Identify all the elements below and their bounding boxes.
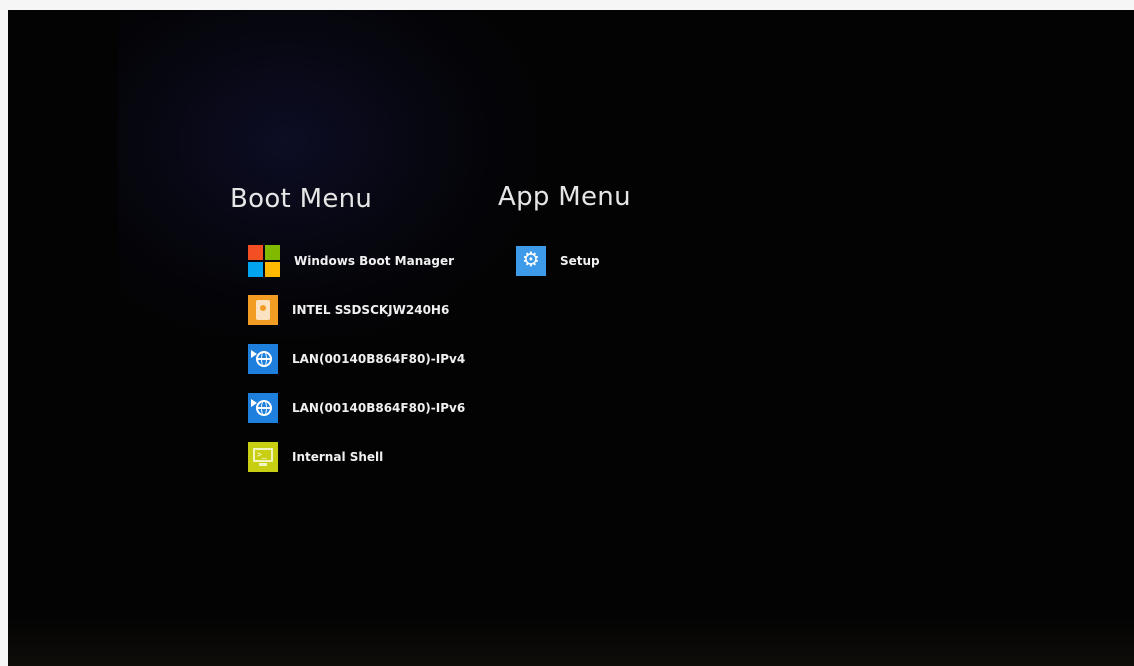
boot-item-label: Windows Boot Manager	[294, 253, 455, 268]
boot-item-label: INTEL SSDSCKJW240H6	[292, 302, 450, 317]
boot-item-internal-shell[interactable]: >_ Internal Shell	[248, 432, 465, 481]
boot-item-lan-ipv4[interactable]: LAN(00140B864F80)-IPv4	[248, 334, 465, 383]
boot-screen: Boot Menu Windows Boot Manager INTEL SSD…	[8, 10, 1134, 666]
boot-item-label: LAN(00140B864F80)-IPv4	[292, 351, 466, 366]
windows-logo-icon	[248, 244, 280, 277]
boot-item-windows-boot-manager[interactable]: Windows Boot Manager	[248, 236, 465, 285]
boot-item-label: LAN(00140B864F80)-IPv6	[292, 400, 466, 415]
disk-icon	[248, 294, 278, 325]
boot-menu-list: Windows Boot Manager INTEL SSDSCKJW240H6…	[248, 236, 465, 481]
boot-item-intel-ssd[interactable]: INTEL SSDSCKJW240H6	[248, 285, 465, 334]
bottom-reflection	[8, 618, 1134, 666]
app-menu-list: ⚙ Setup	[516, 236, 600, 285]
network-globe-icon	[248, 392, 278, 423]
gear-icon: ⚙	[516, 245, 546, 276]
app-item-setup[interactable]: ⚙ Setup	[516, 236, 600, 285]
app-item-label: Setup	[560, 253, 600, 268]
shell-monitor-icon: >_	[248, 441, 278, 472]
app-menu-title: App Menu	[498, 182, 631, 212]
boot-menu-title: Boot Menu	[230, 184, 373, 214]
boot-item-label: Internal Shell	[292, 449, 384, 464]
boot-item-lan-ipv6[interactable]: LAN(00140B864F80)-IPv6	[248, 383, 465, 432]
network-globe-icon	[248, 343, 278, 374]
